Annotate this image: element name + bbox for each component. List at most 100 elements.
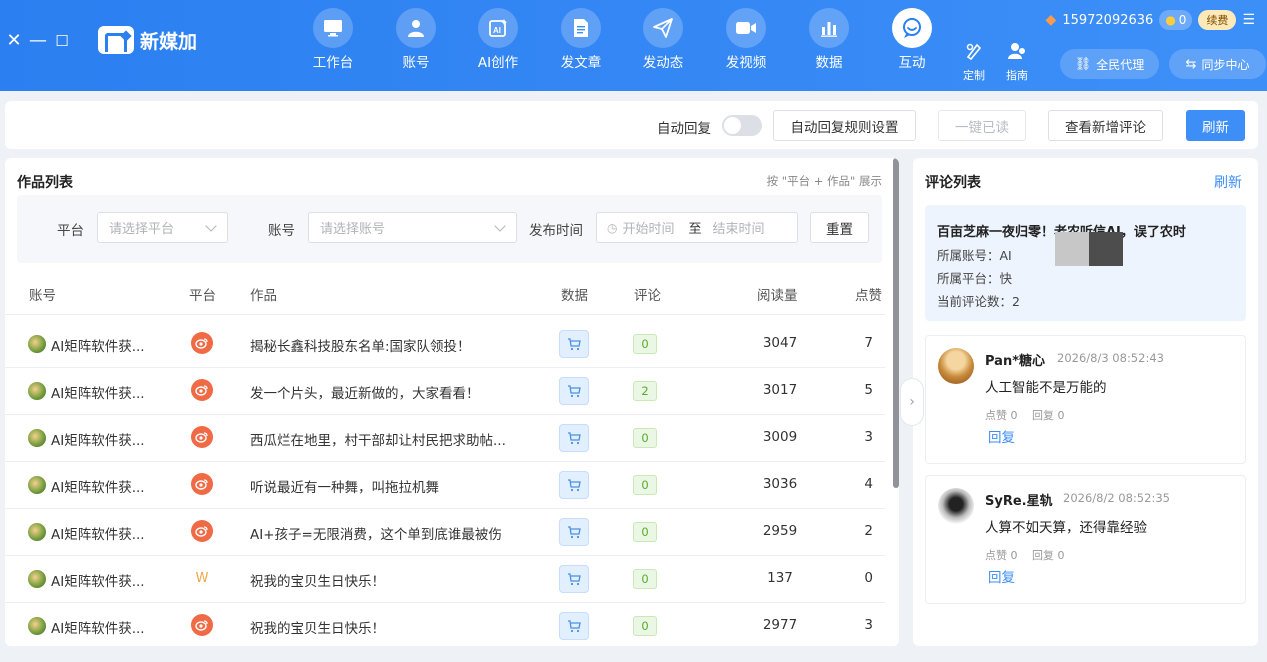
col-comments: 评论 [634, 288, 661, 304]
avatar [28, 476, 46, 494]
comment-count-badge[interactable]: 0 [633, 616, 657, 636]
comment-replies: 回复 0 [1032, 549, 1065, 562]
reset-button[interactable]: 重置 [810, 212, 869, 243]
account-area: ◆ 15972092636 ● 0 续费 ☰ [1046, 10, 1255, 30]
data-view-button[interactable] [559, 565, 589, 593]
col-data: 数据 [561, 288, 588, 304]
nav-customize[interactable]: 定制 [956, 42, 992, 83]
row-reads: 3036 [762, 476, 798, 492]
data-view-button[interactable] [559, 377, 589, 405]
account-select[interactable]: 请选择账号 [308, 212, 517, 243]
comment-count-badge[interactable]: 0 [633, 569, 657, 589]
row-work-title[interactable]: 西瓜烂在地里，村干部却让村民把求助帖... [250, 429, 506, 449]
collapse-toggle-button[interactable]: › [900, 378, 924, 426]
renew-button[interactable]: 续费 [1198, 10, 1237, 30]
nav-article[interactable]: 发文章 [546, 8, 616, 72]
row-likes: 7 [864, 335, 873, 351]
table-row[interactable]: AI矩阵软件获... 祝我的宝贝生日快乐！ 0 2977 3 [5, 603, 885, 646]
reply-link[interactable]: 回复 [988, 566, 1015, 586]
agent-pill-button[interactable]: ⛓ 全民代理 [1060, 49, 1159, 79]
table-row[interactable]: AI矩阵软件获... 发一个片头，最近新做的，大家看看！ 2 3017 5 [5, 368, 885, 415]
chat-bubble-icon [892, 8, 932, 48]
cart-icon [568, 384, 581, 397]
comment-count-badge[interactable]: 0 [633, 428, 657, 448]
row-work-title[interactable]: 祝我的宝贝生日快乐！ [250, 617, 385, 637]
table-row[interactable]: AI矩阵软件获... 西瓜烂在地里，村干部却让村民把求助帖... 0 3009 … [5, 415, 885, 462]
reply-link[interactable]: 回复 [988, 426, 1015, 446]
nav-interact[interactable]: 互动 [877, 8, 947, 72]
paper-plane-icon [643, 8, 683, 48]
clock-icon: ◷ [607, 220, 618, 235]
nav-data[interactable]: 数据 [794, 8, 864, 72]
platform-filter-label: 平台 [57, 223, 84, 239]
refresh-button[interactable]: 刷新 [1186, 110, 1245, 141]
nav-label: 发视频 [725, 55, 767, 71]
user-icon [396, 8, 436, 48]
nav-account[interactable]: 账号 [381, 8, 451, 72]
end-time-placeholder: 结束时间 [712, 222, 765, 237]
nav-label: 数据 [815, 55, 843, 71]
row-reads: 3047 [762, 335, 798, 351]
works-scrollbar[interactable] [893, 158, 899, 488]
mark-all-read-button[interactable]: 一键已读 [938, 110, 1026, 141]
data-view-button[interactable] [559, 424, 589, 452]
table-row[interactable]: AI矩阵软件获... AI+孩子=无限消费，这个单到底谁最被伤 0 2959 2 [5, 509, 885, 556]
comments-refresh-link[interactable]: 刷新 [1214, 172, 1242, 192]
view-new-comments-button[interactable]: 查看新增评论 [1048, 110, 1163, 141]
table-row[interactable]: AI矩阵软件获... 揭秘长鑫科技股东名单:国家队领投！ 0 3047 7 [5, 321, 885, 368]
chevron-down-icon [494, 220, 506, 232]
col-account: 账号 [29, 288, 56, 304]
auto-reply-rules-button[interactable]: 自动回复规则设置 [773, 110, 916, 141]
platform-w-icon: W [195, 570, 209, 586]
row-reads: 137 [767, 570, 793, 586]
comment-count-badge[interactable]: 0 [633, 334, 657, 354]
row-reads: 2977 [762, 617, 798, 633]
account-phone[interactable]: 15972092636 [1062, 13, 1153, 28]
selected-post-card: 百亩芝麻一夜归零！老农听信AI，误了农时 所属账号：AI 所属平台：快 当前评论… [925, 205, 1246, 321]
nav-label: 发动态 [642, 55, 684, 71]
row-work-title[interactable]: 祝我的宝贝生日快乐！ [250, 570, 385, 590]
nav-video[interactable]: 发视频 [711, 8, 781, 72]
row-reads: 3009 [762, 429, 798, 445]
col-platform: 平台 [189, 288, 216, 304]
data-view-button[interactable] [559, 330, 589, 358]
comment-count-badge[interactable]: 2 [633, 381, 657, 401]
row-reads: 3017 [762, 382, 798, 398]
cart-icon [568, 525, 581, 538]
coin-balance[interactable]: ● 0 [1159, 10, 1193, 30]
video-camera-icon [726, 8, 766, 48]
row-work-title[interactable]: AI+孩子=无限消费，这个单到底谁最被伤 [250, 523, 502, 543]
platform-select[interactable]: 请选择平台 [97, 212, 228, 243]
ai-icon: AI [478, 8, 518, 48]
comment-count-badge[interactable]: 0 [633, 475, 657, 495]
table-row[interactable]: AI矩阵软件获... 听说最近有一种舞，叫拖拉机舞 0 3036 4 [5, 462, 885, 509]
data-view-button[interactable] [559, 612, 589, 640]
row-account: AI矩阵软件获... [51, 339, 145, 355]
comment-count-badge[interactable]: 0 [633, 522, 657, 542]
time-filter-label: 发布时间 [529, 223, 583, 239]
data-view-button[interactable] [559, 518, 589, 546]
platform-weibo-icon [191, 379, 213, 401]
row-likes: 2 [864, 523, 873, 539]
row-likes: 3 [864, 617, 873, 633]
auto-reply-toggle[interactable] [722, 115, 762, 136]
row-work-title[interactable]: 发一个片头，最近新做的，大家看看！ [250, 382, 480, 402]
nav-ai-create[interactable]: AI AI创作 [463, 8, 533, 72]
nav-workbench[interactable]: 工作台 [298, 8, 368, 72]
row-work-title[interactable]: 听说最近有一种舞，叫拖拉机舞 [250, 476, 439, 496]
nav-guide[interactable]: 指南 [999, 42, 1035, 83]
menu-icon[interactable]: ☰ [1242, 12, 1255, 28]
nav-post[interactable]: 发动态 [628, 8, 698, 72]
data-view-button[interactable] [559, 471, 589, 499]
date-range-picker[interactable]: ◷ 开始时间 至 结束时间 [596, 212, 798, 243]
coin-count: 0 [1178, 13, 1187, 27]
row-likes: 4 [864, 476, 873, 492]
document-icon [561, 8, 601, 48]
account-placeholder: 请选择账号 [320, 222, 386, 237]
sync-center-button[interactable]: ⇆ 同步中心 [1169, 49, 1266, 79]
nav-label: 工作台 [312, 55, 354, 71]
table-row[interactable]: AI矩阵软件获... W 祝我的宝贝生日快乐！ 0 137 0 [5, 556, 885, 603]
agent-label: 全民代理 [1096, 57, 1145, 72]
avatar [28, 335, 46, 353]
row-work-title[interactable]: 揭秘长鑫科技股东名单:国家队领投！ [250, 335, 471, 355]
